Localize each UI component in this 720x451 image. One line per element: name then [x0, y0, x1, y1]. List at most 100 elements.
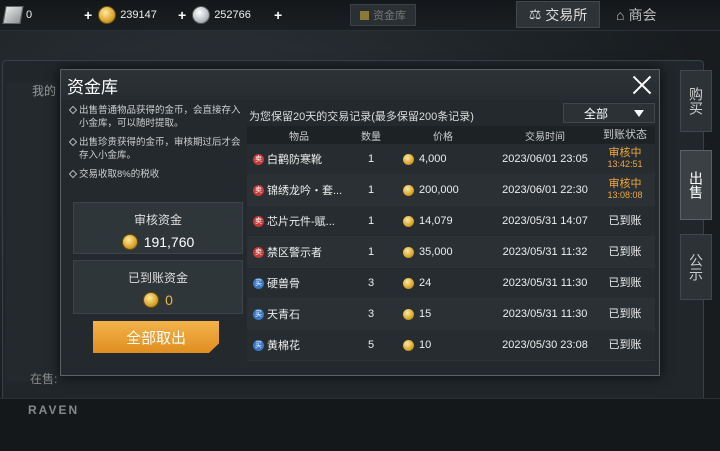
brand-logo: RAVEN — [28, 403, 80, 417]
gem-currency: 0 — [2, 4, 33, 26]
status-cell: 审核中 13:08:08 — [595, 179, 655, 201]
status-countdown: 13:08:08 — [607, 190, 643, 200]
gold-coin-icon — [98, 6, 117, 24]
table-row[interactable]: 买硬兽骨 3 24 2023/05/31 11:30 已到账 — [247, 268, 655, 299]
record-filter-dropdown[interactable]: 全部 — [563, 103, 655, 123]
table-row[interactable]: 卖白鹳防寒靴 1 4,000 2023/06/01 23:05 审核中 13:42:51 — [247, 144, 655, 175]
note-normal-items: 出售普通物品获得的金币，会直接存入小金库，可以随时提取。 — [69, 104, 245, 130]
table-row[interactable]: 卖芯片元件-赋... 1 14,079 2023/05/31 14:07 已到账 — [247, 206, 655, 237]
arrived-fund-value: 0 — [165, 292, 173, 308]
gem-value: 0 — [26, 9, 33, 21]
tab-sell[interactable]: 出售 — [680, 150, 712, 220]
column-qty: 数量 — [361, 131, 381, 143]
gold-coin-icon — [403, 184, 414, 196]
qty-cell: 5 — [367, 339, 375, 351]
vault-info-panel: 出售普通物品获得的金币，会直接存入小金库，可以随时提取。 出售珍贵获得的金币，审… — [69, 104, 245, 374]
sell-tag-icon: 卖 — [253, 153, 264, 165]
column-price: 价格 — [433, 131, 453, 143]
item-name: 芯片元件-赋... — [267, 216, 335, 228]
price-cell: 15 — [391, 308, 495, 320]
add-currency: + — [274, 4, 288, 26]
status-text: 已到账 — [608, 276, 642, 289]
gold-coin-icon — [143, 292, 160, 308]
guild-shop-button[interactable]: ⌂ 商会 — [616, 1, 720, 28]
status-countdown: 13:42:51 — [607, 159, 643, 169]
price-value: 200,000 — [419, 184, 459, 196]
scale-icon: ⚖ — [528, 6, 542, 22]
item-cell: 卖禁区警示者 — [247, 244, 351, 260]
background-onsale-label: 在售: — [30, 372, 58, 386]
qty-cell: 1 — [367, 246, 375, 258]
status-text: 已到账 — [608, 307, 642, 320]
time-cell: 2023/05/31 11:30 — [502, 308, 588, 320]
add-currency-button[interactable]: + — [274, 7, 282, 23]
table-row[interactable]: 买黄棉花 5 10 2023/05/30 23:08 已到账 — [247, 330, 655, 361]
chevron-down-icon — [634, 110, 644, 117]
arrived-fund-label: 已到账资金 — [127, 271, 188, 285]
item-name: 天青石 — [267, 309, 300, 321]
price-value: 15 — [419, 308, 432, 320]
close-button[interactable] — [629, 72, 655, 98]
tab-announce-label: 公示 — [688, 253, 704, 281]
background-left-strip — [6, 82, 58, 382]
exchange-button[interactable]: ⚖ 交易所 — [516, 1, 600, 28]
table-row[interactable]: 卖锦绣龙吟・套... 1 200,000 2023/06/01 22:30 审核中 13:… — [247, 175, 655, 206]
add-silver-button[interactable]: + — [178, 7, 186, 23]
tab-sell-label: 出售 — [688, 171, 704, 199]
column-item: 物品 — [289, 131, 309, 143]
sell-tag-icon: 卖 — [253, 215, 264, 227]
review-fund-box: 审核资金 191,760 — [73, 202, 243, 254]
tab-announce[interactable]: 公示 — [680, 234, 712, 300]
modal-header: 资金库 — [61, 70, 659, 100]
status-cell: 已到账 — [595, 246, 655, 258]
item-name: 禁区警示者 — [267, 247, 322, 259]
add-gold-button[interactable]: + — [84, 7, 92, 23]
gold-coin-icon — [403, 308, 414, 320]
gold-currency: + 239147 — [84, 4, 157, 26]
review-fund-label: 审核资金 — [133, 213, 182, 227]
time-cell: 2023/05/31 14:07 — [502, 215, 588, 227]
item-cell: 卖白鹳防寒靴 — [247, 151, 351, 167]
item-cell: 买黄棉花 — [247, 337, 351, 353]
table-row[interactable]: 卖禁区警示者 1 35,000 2023/05/31 11:32 已到账 — [247, 237, 655, 268]
vault-tab[interactable]: 资金库 — [350, 4, 416, 26]
note-precious-items: 出售珍贵获得的金币，审核期过后才会存入小金库。 — [69, 136, 245, 162]
time-cell: 2023/06/01 22:30 — [502, 184, 588, 196]
vault-tab-label: 资金库 — [373, 10, 406, 22]
arrived-fund-box: 已到账资金 0 — [73, 260, 243, 314]
column-status: 到账状态 — [603, 128, 647, 141]
qty-cell: 3 — [367, 277, 375, 289]
buy-tag-icon: 买 — [253, 277, 264, 289]
column-time: 交易时间 — [525, 131, 565, 143]
status-cell: 已到账 — [595, 339, 655, 351]
buy-tag-icon: 买 — [253, 339, 264, 351]
sell-tag-icon: 卖 — [253, 184, 264, 196]
item-cell: 买天青石 — [247, 306, 351, 322]
filter-value: 全部 — [584, 106, 609, 121]
time-cell: 2023/05/31 11:32 — [502, 246, 588, 258]
price-value: 10 — [419, 339, 432, 351]
buy-tag-icon: 买 — [253, 308, 264, 320]
item-name: 硬兽骨 — [267, 278, 300, 290]
item-cell: 买硬兽骨 — [247, 275, 351, 291]
price-value: 35,000 — [419, 246, 453, 258]
records-hint: 为您保留20天的交易记录(最多保留200条记录) — [249, 111, 474, 123]
time-cell: 2023/06/01 23:05 — [502, 153, 588, 165]
arrived-fund-amount: 0 — [74, 292, 242, 308]
trade-records-table: 物品 数量 价格 交易时间 到账状态 卖白鹳防寒靴 1 4,000 2023/06/0… — [247, 126, 655, 374]
qty-cell: 1 — [367, 184, 375, 196]
gem-icon — [2, 6, 24, 24]
time-cell: 2023/05/30 23:08 — [502, 339, 588, 351]
status-text: 已到账 — [608, 214, 642, 227]
guild-shop-label: 商会 — [628, 6, 657, 23]
silver-coin-icon — [192, 6, 211, 24]
time-cell: 2023/05/31 11:30 — [502, 277, 588, 289]
tab-buy[interactable]: 购买 — [680, 70, 712, 132]
price-cell: 24 — [391, 277, 495, 289]
item-cell: 卖锦绣龙吟・套... — [247, 182, 351, 198]
gold-coin-icon — [403, 215, 414, 227]
table-row[interactable]: 买天青石 3 15 2023/05/31 11:30 已到账 — [247, 299, 655, 330]
withdraw-all-button[interactable]: 全部取出 — [93, 321, 219, 353]
status-cell: 已到账 — [595, 307, 655, 320]
status-cell: 已到账 — [595, 214, 655, 227]
